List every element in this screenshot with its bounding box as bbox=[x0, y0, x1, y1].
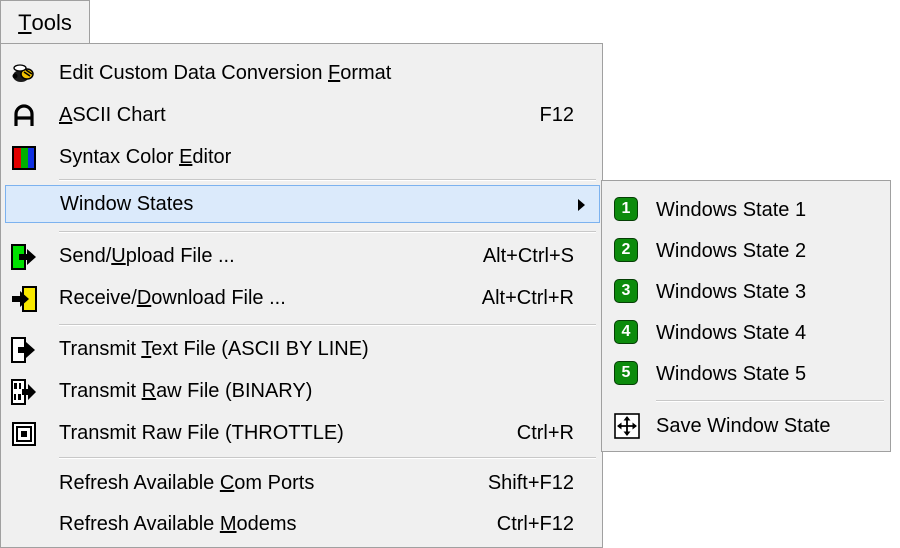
submenu-item-windows-state-3[interactable]: 3 Windows State 3 bbox=[602, 271, 890, 313]
edit-format-label-pre: Edit Custom Data Conversion bbox=[59, 61, 329, 84]
send-upload-label-pre: Send/ bbox=[59, 244, 112, 267]
transmit-binary-label-pre: Transmit bbox=[59, 379, 142, 402]
transmit-throttle-label: Transmit Raw File (THROTTLE) bbox=[59, 421, 344, 444]
menu-item-transmit-raw-binary[interactable]: Transmit Raw File (BINARY) bbox=[1, 372, 602, 410]
menu-item-syntax-color-editor[interactable]: Syntax Color Editor bbox=[1, 138, 602, 176]
refresh-modems-shortcut: Ctrl+F12 bbox=[496, 512, 574, 535]
window-states-label: Window States bbox=[60, 192, 194, 215]
tools-label-rest: ools bbox=[31, 9, 72, 35]
refresh-modems-label-pre: Refresh Available bbox=[59, 512, 220, 535]
tools-menu-title[interactable]: Tools bbox=[0, 0, 90, 44]
ascii-chart-label-post: SCII Chart bbox=[72, 103, 166, 126]
windows-state-2-label: Windows State 2 bbox=[656, 239, 807, 262]
syntax-color-mnemonic: E bbox=[179, 145, 193, 168]
submenu-item-save-window-state[interactable]: Save Window State bbox=[602, 405, 890, 447]
submenu-item-windows-state-4[interactable]: 4 Windows State 4 bbox=[602, 312, 890, 354]
menu-separator bbox=[59, 231, 596, 233]
menu-item-receive-download-file[interactable]: Receive/Download File ... Alt+Ctrl+R bbox=[1, 279, 602, 317]
menu-item-refresh-modems[interactable]: Refresh Available Modems Ctrl+F12 bbox=[1, 505, 602, 543]
submenu-item-windows-state-1[interactable]: 1 Windows State 1 bbox=[602, 189, 890, 231]
throttle-icon bbox=[12, 422, 36, 446]
ascii-chart-shortcut: F12 bbox=[539, 103, 574, 126]
wasp-icon bbox=[12, 64, 34, 82]
menu-item-ascii-chart[interactable]: ASCII Chart F12 bbox=[1, 96, 602, 134]
menu-separator bbox=[59, 179, 596, 181]
send-upload-mnemonic: U bbox=[111, 244, 126, 267]
receive-file-icon bbox=[12, 286, 37, 312]
windows-state-3-label: Windows State 3 bbox=[656, 280, 807, 303]
windows-state-5-label: Windows State 5 bbox=[656, 362, 807, 385]
menu-item-transmit-raw-throttle[interactable]: Transmit Raw File (THROTTLE) Ctrl+R bbox=[1, 414, 602, 452]
receive-download-mnemonic: D bbox=[136, 286, 152, 309]
submenu-item-windows-state-5[interactable]: 5 Windows State 5 bbox=[602, 353, 890, 395]
number-5-icon: 5 bbox=[614, 361, 638, 385]
move-arrows-icon bbox=[614, 413, 640, 439]
windows-state-4-label: Windows State 4 bbox=[656, 321, 807, 344]
number-1-icon: 1 bbox=[614, 197, 638, 221]
submenu-separator bbox=[656, 400, 884, 402]
windows-state-1-label: Windows State 1 bbox=[656, 198, 807, 221]
send-upload-label-post: pload File ... bbox=[125, 244, 235, 267]
syntax-color-label-pre: Syntax Color bbox=[59, 145, 180, 168]
transmit-binary-icon bbox=[11, 379, 36, 405]
menu-item-window-states[interactable]: Window States bbox=[5, 185, 600, 223]
refresh-com-shortcut: Shift+F12 bbox=[487, 471, 574, 494]
color-bars-icon bbox=[12, 146, 36, 170]
menu-item-refresh-com-ports[interactable]: Refresh Available Com Ports Shift+F12 bbox=[1, 464, 602, 502]
receive-download-label-pre: Receive/ bbox=[59, 286, 137, 309]
number-3-icon: 3 bbox=[614, 279, 638, 303]
transmit-binary-label-post: aw File (BINARY) bbox=[156, 379, 313, 402]
menu-item-send-upload-file[interactable]: Send/Upload File ... Alt+Ctrl+S bbox=[1, 237, 602, 275]
menu-separator bbox=[59, 457, 596, 459]
submenu-arrow-icon bbox=[578, 199, 585, 211]
ascii-chart-mnemonic: A bbox=[59, 103, 73, 126]
transmit-binary-mnemonic: R bbox=[141, 379, 157, 402]
number-2-icon: 2 bbox=[614, 238, 638, 262]
menu-separator bbox=[59, 324, 596, 326]
menu-item-transmit-text-file[interactable]: Transmit Text File (ASCII BY LINE) bbox=[1, 330, 602, 368]
tools-dropdown-menu: Edit Custom Data Conversion Format ASCII… bbox=[0, 43, 603, 548]
send-file-icon bbox=[11, 244, 36, 270]
transmit-throttle-shortcut: Ctrl+R bbox=[516, 421, 574, 444]
transmit-text-mnemonic: T bbox=[141, 337, 152, 360]
refresh-com-label-pre: Refresh Available bbox=[59, 471, 220, 494]
menu-item-edit-conversion-format[interactable]: Edit Custom Data Conversion Format bbox=[1, 54, 602, 92]
transmit-text-label-post: ext File (ASCII BY LINE) bbox=[151, 337, 369, 360]
refresh-modems-label-post: odems bbox=[236, 512, 297, 535]
refresh-com-label-post: om Ports bbox=[234, 471, 315, 494]
submenu-item-windows-state-2[interactable]: 2 Windows State 2 bbox=[602, 230, 890, 272]
receive-download-label-post: ownload File ... bbox=[151, 286, 286, 309]
edit-format-mnemonic: F bbox=[328, 61, 341, 84]
refresh-com-mnemonic: C bbox=[219, 471, 235, 494]
transmit-text-icon bbox=[11, 337, 35, 363]
letter-a-icon bbox=[14, 104, 34, 126]
receive-download-shortcut: Alt+Ctrl+R bbox=[481, 286, 574, 309]
syntax-color-label-post: ditor bbox=[192, 145, 232, 168]
transmit-text-label-pre: Transmit bbox=[59, 337, 142, 360]
refresh-modems-mnemonic: M bbox=[219, 512, 237, 535]
tools-mnemonic: T bbox=[18, 9, 32, 35]
save-window-state-label: Save Window State bbox=[656, 414, 831, 437]
number-4-icon: 4 bbox=[614, 320, 638, 344]
send-upload-shortcut: Alt+Ctrl+S bbox=[482, 244, 574, 267]
edit-format-label-post: ormat bbox=[340, 61, 392, 84]
window-states-submenu: 1 Windows State 1 2 Windows State 2 3 Wi… bbox=[601, 180, 891, 452]
